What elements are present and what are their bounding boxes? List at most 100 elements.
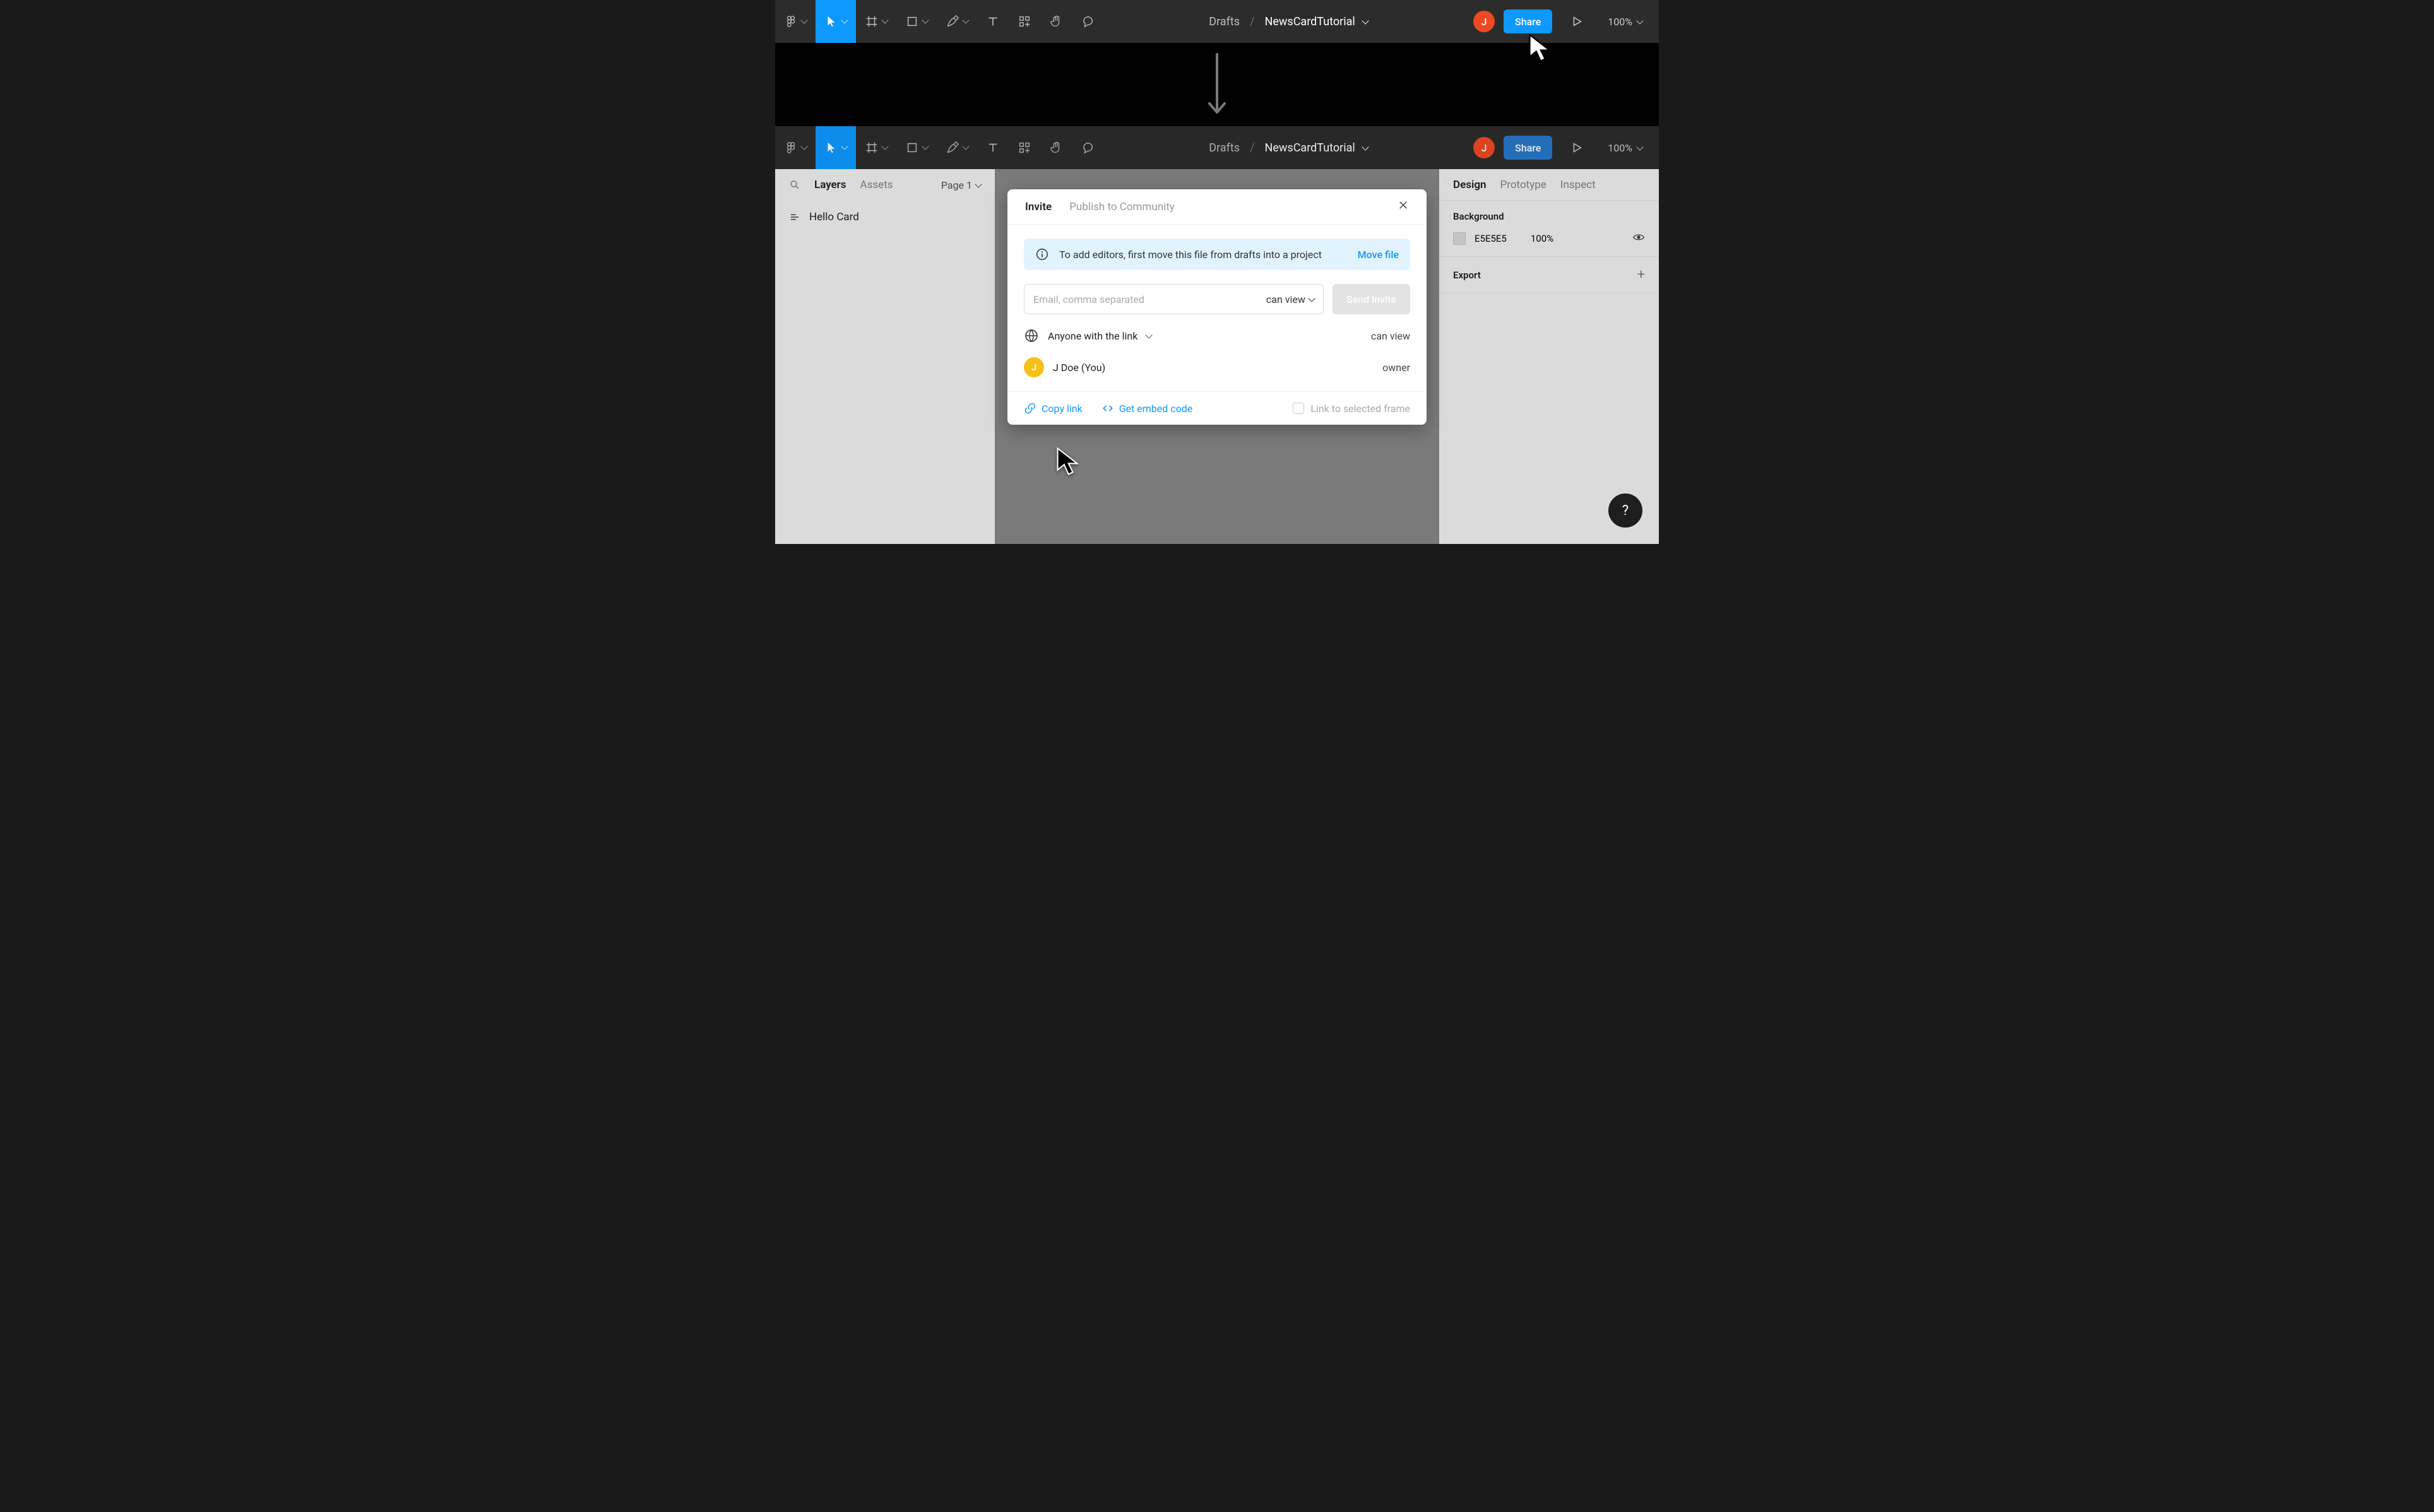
- hand-tool-button[interactable]: [1040, 126, 1072, 169]
- text-tool-button[interactable]: [977, 0, 1009, 43]
- chevron-down-icon: [1362, 17, 1368, 24]
- owner-role: owner: [1382, 362, 1410, 374]
- pen-icon: [946, 141, 959, 155]
- tab-layers[interactable]: Layers: [814, 179, 846, 191]
- toolbar-right-cluster: J Share 100%: [1473, 9, 1659, 33]
- modal-tab-invite[interactable]: Invite: [1025, 201, 1052, 213]
- breadcrumb: Drafts / NewsCardTutorial: [1209, 15, 1367, 28]
- chevron-down-icon: [975, 180, 982, 187]
- comment-tool-button[interactable]: [1072, 126, 1103, 169]
- shape-tool-button[interactable]: [896, 0, 937, 43]
- frame-tool-button[interactable]: [856, 126, 896, 169]
- checkbox-icon: [1293, 403, 1304, 414]
- breadcrumb-drafts[interactable]: Drafts: [1209, 15, 1240, 28]
- user-avatar[interactable]: J: [1473, 137, 1495, 158]
- info-icon: [1035, 247, 1049, 261]
- background-title: Background: [1453, 211, 1645, 222]
- rectangle-icon: [905, 15, 919, 28]
- figma-menu-button[interactable]: [775, 126, 816, 169]
- comment-icon: [1081, 15, 1095, 28]
- cursor-pointer-icon: [1054, 446, 1081, 476]
- zoom-value: 100%: [1608, 142, 1632, 154]
- invite-perm-dropdown[interactable]: can view: [1266, 293, 1314, 305]
- help-button[interactable]: ?: [1608, 493, 1642, 528]
- link-access-row[interactable]: Anyone with the link can view: [1024, 328, 1410, 343]
- user-avatar[interactable]: J: [1473, 11, 1495, 32]
- zoom-dropdown[interactable]: 100%: [1608, 16, 1642, 28]
- chevron-down-icon: [1362, 143, 1368, 150]
- comment-icon: [1081, 141, 1095, 155]
- link-to-frame-checkbox[interactable]: Link to selected frame: [1293, 403, 1410, 415]
- arrow-down-icon: [1204, 50, 1230, 119]
- tab-assets[interactable]: Assets: [860, 179, 893, 191]
- present-button[interactable]: [1570, 15, 1584, 28]
- zoom-dropdown[interactable]: 100%: [1608, 142, 1642, 154]
- hand-tool-button[interactable]: [1040, 0, 1072, 43]
- share-button[interactable]: Share: [1504, 136, 1552, 160]
- text-icon: [986, 141, 1000, 155]
- invite-input-box[interactable]: Email, comma separated can view: [1024, 284, 1324, 314]
- hand-icon: [1049, 15, 1063, 28]
- add-export-button[interactable]: +: [1637, 267, 1645, 283]
- resources-button[interactable]: [1009, 0, 1040, 43]
- chevron-down-icon: [1636, 143, 1643, 150]
- breadcrumb-file[interactable]: NewsCardTutorial: [1265, 15, 1368, 28]
- breadcrumb-drafts[interactable]: Drafts: [1209, 141, 1240, 155]
- app-root: Drafts / NewsCardTutorial J Share 100%: [775, 0, 1659, 544]
- share-button[interactable]: Share: [1504, 9, 1552, 33]
- move-file-link[interactable]: Move file: [1358, 249, 1399, 261]
- question-icon: ?: [1622, 503, 1629, 519]
- shape-tool-button[interactable]: [896, 126, 937, 169]
- copy-link-button[interactable]: Copy link: [1024, 402, 1083, 415]
- layer-row[interactable]: Hello Card: [775, 206, 995, 228]
- frame-tool-button[interactable]: [856, 0, 896, 43]
- globe-icon: [1024, 328, 1039, 343]
- comment-tool-button[interactable]: [1072, 0, 1103, 43]
- tab-prototype[interactable]: Prototype: [1500, 179, 1546, 191]
- figma-menu-button[interactable]: [775, 0, 816, 43]
- breadcrumb-separator: /: [1250, 15, 1254, 28]
- modal-tab-publish[interactable]: Publish to Community: [1069, 201, 1175, 213]
- resources-button[interactable]: [1009, 126, 1040, 169]
- left-panel-tabs: Layers Assets Page 1: [775, 169, 995, 201]
- export-title: Export: [1453, 269, 1481, 281]
- send-invite-button[interactable]: Send invite: [1333, 284, 1410, 314]
- invite-placeholder: Email, comma separated: [1033, 293, 1260, 305]
- figma-logo-icon: [784, 15, 798, 28]
- toolbar-left-tools: [775, 0, 1103, 43]
- link-access-perm: can view: [1371, 330, 1410, 342]
- background-row[interactable]: E5E5E5 100%: [1453, 231, 1645, 246]
- pen-tool-button[interactable]: [937, 126, 977, 169]
- search-icon[interactable]: [789, 179, 800, 191]
- modal-body: To add editors, first move this file fro…: [1007, 225, 1427, 391]
- layer-list: Hello Card: [775, 201, 995, 233]
- visibility-toggle[interactable]: [1632, 231, 1645, 246]
- breadcrumb-file[interactable]: NewsCardTutorial: [1265, 141, 1368, 155]
- page-dropdown[interactable]: Page 1: [941, 179, 981, 191]
- tutorial-cursor-upper: [1526, 33, 1553, 66]
- tab-design[interactable]: Design: [1453, 179, 1487, 191]
- frame-icon: [865, 141, 879, 155]
- left-panel: Layers Assets Page 1 Hello Card: [775, 169, 995, 544]
- present-button[interactable]: [1570, 141, 1584, 155]
- pen-tool-button[interactable]: [937, 0, 977, 43]
- rectangle-icon: [905, 141, 919, 155]
- hand-icon: [1049, 141, 1063, 155]
- background-section: Background E5E5E5 100%: [1439, 201, 1659, 257]
- tab-inspect[interactable]: Inspect: [1560, 179, 1596, 191]
- toolbar-left-tools-lower: [775, 126, 1103, 169]
- color-swatch[interactable]: [1453, 232, 1466, 245]
- zoom-value: 100%: [1608, 16, 1632, 28]
- tutorial-cursor-lower: [1054, 446, 1081, 479]
- embed-code-button[interactable]: Get embed code: [1101, 402, 1193, 415]
- move-tool-button[interactable]: [816, 126, 856, 169]
- resources-icon: [1018, 141, 1031, 155]
- modal-close-button[interactable]: [1398, 199, 1409, 214]
- move-tool-button[interactable]: [816, 0, 856, 43]
- background-opacity: 100%: [1531, 233, 1553, 244]
- breadcrumb-separator: /: [1250, 141, 1254, 155]
- owner-avatar: J: [1024, 357, 1044, 377]
- pen-icon: [946, 15, 959, 28]
- text-tool-button[interactable]: [977, 126, 1009, 169]
- chevron-down-icon: [1636, 17, 1643, 24]
